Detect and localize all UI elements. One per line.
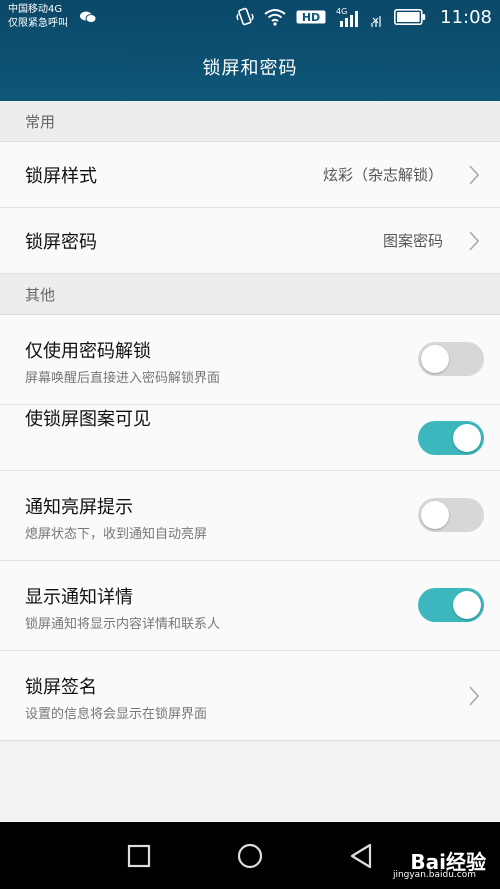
status-left: 中国移动4G 仅限紧急呼叫: [8, 3, 97, 31]
setting-label: 通知亮屏提示: [25, 497, 133, 518]
setting-pattern-visible[interactable]: 使锁屏图案可见: [0, 405, 500, 471]
page-title: 锁屏和密码: [202, 58, 298, 79]
setting-signature[interactable]: 锁屏签名 设置的信息将会显示在锁屏界面: [0, 651, 500, 741]
section-header-other: 其他: [0, 274, 500, 315]
back-button[interactable]: [344, 839, 378, 873]
svg-text:HD: HD: [302, 11, 320, 24]
carrier-label: 中国移动4G: [8, 4, 63, 15]
setting-value: 炫彩（杂志解锁）: [322, 166, 443, 184]
section-header-common: 常用: [0, 101, 500, 142]
password-only-toggle[interactable]: [418, 342, 484, 376]
no-signal-icon: [370, 6, 384, 28]
setting-value: 图案密码: [382, 232, 443, 250]
recent-apps-button[interactable]: [122, 839, 156, 873]
setting-label: 仅使用密码解锁: [25, 341, 151, 362]
setting-label: 显示通知详情: [25, 587, 133, 608]
setting-description: 锁屏通知将显示内容详情和联系人: [25, 617, 221, 632]
emergency-label: 仅限紧急呼叫: [8, 18, 68, 29]
setting-label: 锁屏样式: [25, 166, 97, 187]
setting-description: 设置的信息将会显示在锁屏界面: [25, 707, 208, 722]
toggle-knob: [421, 501, 449, 529]
toggle-knob: [453, 424, 481, 452]
app-header: 中国移动4G 仅限紧急呼叫 HD 4G 11:08 锁屏和密码: [0, 0, 500, 101]
svg-text:4G: 4G: [336, 7, 347, 16]
vibrate-icon: [236, 7, 254, 27]
navigation-bar: Bai经验 jingyan.baidu.com: [0, 822, 500, 889]
wechat-icon: [80, 11, 97, 28]
chevron-right-icon: [468, 230, 480, 256]
pattern-visible-toggle[interactable]: [418, 421, 484, 455]
toggle-knob: [421, 345, 449, 373]
toggle-knob: [453, 591, 481, 619]
setting-lock-style[interactable]: 锁屏样式 炫彩（杂志解锁）: [0, 142, 500, 208]
setting-password-only[interactable]: 仅使用密码解锁 屏幕唤醒后直接进入密码解锁界面: [0, 315, 500, 405]
chevron-right-icon: [468, 685, 480, 711]
home-button[interactable]: [233, 839, 267, 873]
setting-description: 屏幕唤醒后直接进入密码解锁界面: [25, 371, 221, 386]
notify-wake-toggle[interactable]: [418, 498, 484, 532]
signal-icon: 4G: [336, 6, 360, 28]
battery-icon: [394, 9, 426, 25]
setting-description: 熄屏状态下，收到通知自动亮屏: [25, 527, 208, 542]
square-icon: [127, 844, 151, 868]
circle-icon: [237, 843, 263, 869]
hd-icon: HD: [296, 10, 326, 24]
setting-notify-wake[interactable]: 通知亮屏提示 熄屏状态下，收到通知自动亮屏: [0, 471, 500, 561]
back-triangle-icon: [350, 843, 372, 869]
status-right: HD 4G 11:08: [236, 4, 492, 30]
setting-label: 锁屏签名: [25, 677, 97, 698]
setting-label: 锁屏密码: [25, 232, 97, 253]
setting-label: 使锁屏图案可见: [25, 409, 151, 430]
settings-list: 常用 锁屏样式 炫彩（杂志解锁） 锁屏密码 图案密码 其他 仅使用密码解锁 屏幕…: [0, 101, 500, 741]
clock: 11:08: [440, 6, 492, 28]
setting-show-details[interactable]: 显示通知详情 锁屏通知将显示内容详情和联系人: [0, 561, 500, 651]
wifi-icon: [264, 8, 286, 26]
setting-lock-password[interactable]: 锁屏密码 图案密码: [0, 208, 500, 274]
watermark-url: jingyan.baidu.com: [392, 870, 476, 880]
show-details-toggle[interactable]: [418, 588, 484, 622]
chevron-right-icon: [468, 164, 480, 190]
